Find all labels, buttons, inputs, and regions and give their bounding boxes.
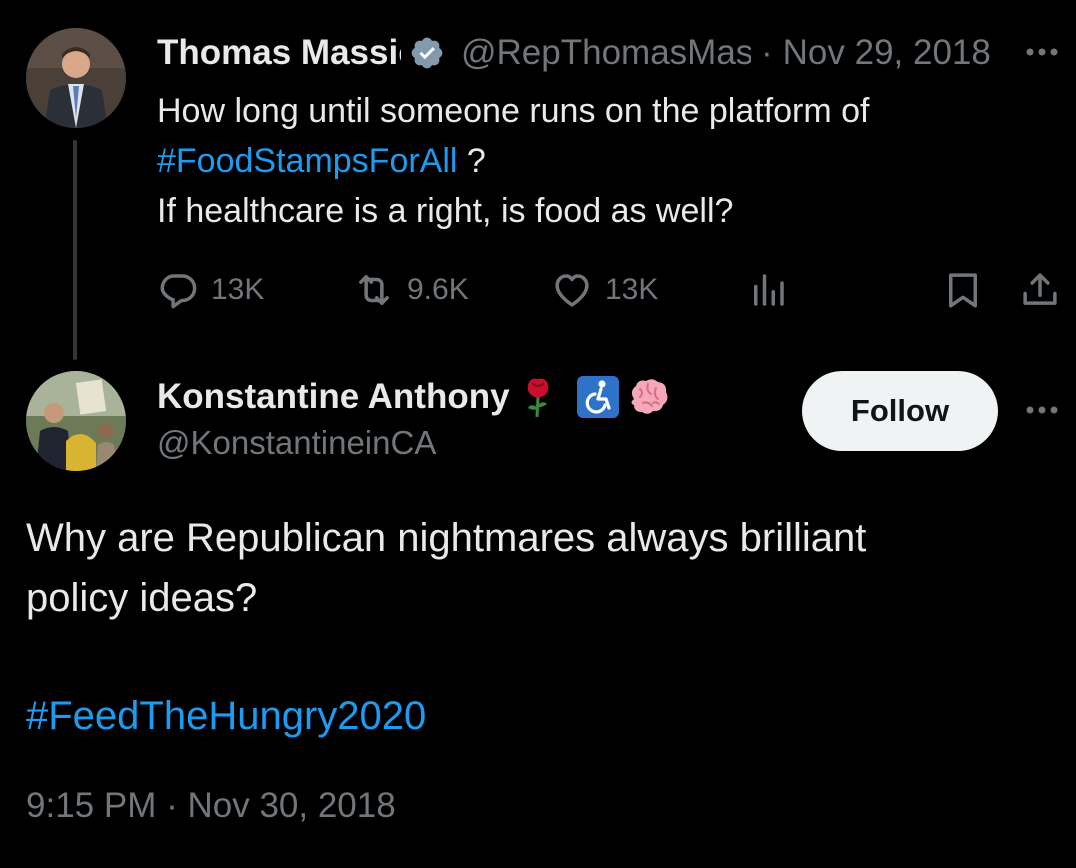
parent-tweet-line: How long until someone runs on the platf… (157, 92, 870, 130)
bookmark-icon (949, 273, 977, 308)
tweet-thread-view: Thomas Massie @RepThomasMassie · Nov 29,… (0, 0, 1076, 868)
parent-hashtag-link[interactable]: #FoodStampsForAll (157, 142, 457, 180)
follow-button[interactable]: Follow (802, 371, 998, 451)
parent-tweet-line: #FoodStampsForAll ? (157, 136, 1037, 186)
parent-tweet-text: How long until someone runs on the platf… (157, 86, 1037, 236)
tweet-date: Nov 30, 2018 (187, 786, 396, 825)
wheelchair-emoji-icon (576, 375, 620, 419)
main-author-name[interactable]: Konstantine Anthony (157, 377, 510, 417)
parent-tweet-header: Thomas Massie @RepThomasMassie · Nov 29,… (157, 30, 1067, 76)
main-tweet-name-row: Konstantine Anthony (157, 372, 670, 422)
views-button[interactable] (747, 266, 789, 314)
like-button[interactable]: 13K (551, 266, 658, 314)
like-count: 13K (605, 273, 659, 306)
share-button[interactable] (1019, 266, 1061, 314)
parent-tweet-action-bar: 13K 9.6K 13K (157, 266, 1062, 314)
main-author-avatar[interactable] (26, 371, 126, 471)
separator-dot: · (761, 33, 773, 72)
rose-emoji-icon (516, 375, 560, 419)
main-hashtag-link[interactable]: #FeedTheHungry2020 (26, 686, 426, 746)
parent-tweet-line: If healthcare is a right, is food as wel… (157, 192, 734, 230)
views-icon (754, 274, 784, 306)
parent-tweet-punctuation: ? (457, 142, 486, 180)
verified-badge-icon (409, 35, 445, 71)
retweet-icon (359, 275, 389, 305)
brain-emoji-icon (626, 375, 670, 419)
more-options-icon[interactable] (1022, 398, 1062, 422)
main-tweet-line: policy ideas? (26, 576, 258, 620)
bookmark-button[interactable] (942, 266, 984, 314)
more-options-icon[interactable] (1022, 40, 1062, 64)
avatar-photo-icon (26, 28, 126, 128)
tweet-time: 9:15 PM (26, 786, 157, 825)
parent-tweet-date[interactable]: Nov 29, 2018 (783, 33, 991, 73)
parent-author-avatar[interactable] (26, 28, 126, 128)
share-icon (1023, 273, 1057, 305)
separator-dot: · (166, 786, 178, 825)
parent-author-name[interactable]: Thomas Massie (157, 33, 401, 73)
thread-connector-line (73, 140, 77, 360)
main-author-handle[interactable]: @KonstantineinCA (157, 424, 436, 462)
parent-author-handle[interactable]: @RepThomasMassie (461, 33, 751, 73)
heart-icon (555, 274, 589, 307)
main-tweet-text: Why are Republican nightmares always bri… (26, 508, 1056, 628)
reply-button[interactable]: 13K (157, 266, 264, 314)
avatar-photo-icon (26, 371, 126, 471)
main-tweet-timestamp[interactable]: 9:15 PM · Nov 30, 2018 (26, 786, 396, 826)
reply-icon (160, 274, 197, 309)
main-tweet-line: Why are Republican nightmares always bri… (26, 516, 867, 560)
retweet-button[interactable]: 9.6K (353, 266, 469, 314)
retweet-count: 9.6K (407, 273, 469, 306)
reply-count: 13K (211, 273, 265, 306)
